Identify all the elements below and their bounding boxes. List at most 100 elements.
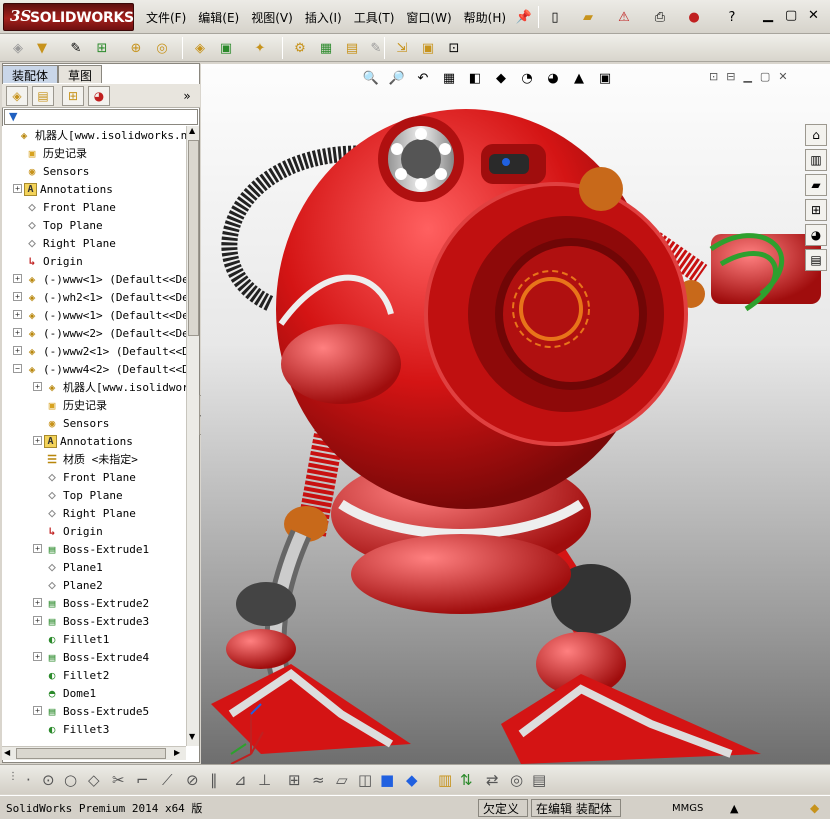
mate-icon[interactable]: ⊞ bbox=[92, 38, 112, 58]
trim-icon[interactable]: ✂ bbox=[112, 771, 125, 789]
camera-icon[interactable]: ◎ bbox=[510, 771, 523, 789]
expand-icon[interactable]: + bbox=[13, 328, 22, 337]
tree-vertical-scrollbar[interactable]: ▲ ▼ bbox=[186, 126, 199, 746]
expand-icon[interactable]: + bbox=[33, 616, 42, 625]
scroll-thumb[interactable] bbox=[188, 140, 199, 336]
relation-icon[interactable]: ⊥ bbox=[258, 771, 271, 789]
tree-node[interactable]: + A Annotations bbox=[33, 432, 133, 450]
custom-properties-icon[interactable]: ▤ bbox=[805, 249, 827, 271]
spline-icon[interactable]: ≈ bbox=[312, 771, 325, 789]
view-palette-icon[interactable]: ⊞ bbox=[805, 199, 827, 221]
tree-node[interactable]: ↳ Origin bbox=[24, 252, 83, 270]
move-icon[interactable]: ⇅ bbox=[460, 771, 473, 789]
solidworks-logo[interactable]: 3S SOLIDWORKS bbox=[3, 3, 134, 31]
viewport-close-icon[interactable]: ✕ bbox=[778, 70, 787, 83]
expand-icon[interactable]: + bbox=[33, 652, 42, 661]
tree-node[interactable]: ▣ 历史记录 bbox=[44, 396, 107, 414]
menu-view[interactable]: 视图(V) bbox=[251, 9, 293, 26]
show-hidden-icon[interactable]: ✦ bbox=[250, 38, 270, 58]
display-style-icon[interactable]: ◆ bbox=[491, 68, 511, 88]
display-mode-icon[interactable]: ◆ bbox=[406, 771, 418, 789]
menu-help[interactable]: 帮助(H) bbox=[464, 9, 506, 26]
expand-icon[interactable]: + bbox=[33, 382, 42, 391]
tree-node[interactable]: + ◈ (-)www<2> (Default<<Default> bbox=[13, 324, 186, 342]
tree-node[interactable]: ◈ 机器人[www.isolidworks.net] bbox=[16, 126, 186, 144]
minimize-icon[interactable]: ▁ bbox=[763, 8, 773, 23]
3d-box-icon[interactable]: ◫ bbox=[358, 771, 372, 789]
tree-node[interactable]: ◇ Front Plane bbox=[44, 468, 136, 486]
menu-window[interactable]: 窗口(W) bbox=[406, 9, 451, 26]
exploded-view-icon[interactable]: ⇲ bbox=[392, 38, 412, 58]
tree-horizontal-scrollbar[interactable]: ◀ ▶ bbox=[2, 746, 186, 760]
tree-node[interactable]: ▣ 历史记录 bbox=[24, 144, 87, 162]
design-library-icon[interactable]: ▥ bbox=[805, 149, 827, 171]
line-icon[interactable]: ⌐ bbox=[136, 771, 149, 789]
appearances-icon[interactable]: ◕ bbox=[805, 224, 827, 246]
tree-node[interactable]: ◉ Sensors bbox=[24, 162, 90, 180]
expand-icon[interactable]: + bbox=[13, 184, 22, 193]
tab-sketch[interactable]: 草图 bbox=[58, 65, 103, 83]
configuration-manager-icon[interactable]: ⊞ bbox=[62, 86, 84, 106]
h-scroll-thumb[interactable] bbox=[16, 748, 166, 759]
tree-node[interactable]: ↳ Origin bbox=[44, 522, 103, 540]
new-motion-study-icon[interactable]: ▤ bbox=[342, 38, 362, 58]
smart-fastener-icon[interactable]: ◈ bbox=[190, 38, 210, 58]
tree-node[interactable]: + ◈ 机器人[www.isolidworks.net] bbox=[33, 378, 186, 396]
tree-node[interactable]: ◇ Right Plane bbox=[24, 234, 116, 252]
viewport-minimize-icon[interactable]: ▁ bbox=[743, 70, 751, 83]
component-display-icon[interactable]: ▥ bbox=[438, 771, 452, 789]
tag-icon[interactable]: ◆ bbox=[806, 799, 823, 817]
status-dropdown-icon[interactable]: ▲ bbox=[726, 799, 742, 817]
bom-icon[interactable]: ✎ bbox=[366, 38, 386, 58]
tree-node[interactable]: + ▤ Boss-Extrude2 bbox=[33, 594, 149, 612]
menu-file[interactable]: 文件(F) bbox=[146, 9, 186, 26]
smart-dimension-icon[interactable]: ⊿ bbox=[234, 771, 247, 789]
expand-icon[interactable]: + bbox=[13, 346, 22, 355]
section-view-icon[interactable]: ▦ bbox=[439, 68, 459, 88]
tab-assembly[interactable]: 装配体 bbox=[2, 65, 59, 83]
print-icon[interactable]: ⎙ bbox=[650, 7, 670, 27]
warning-icon[interactable]: ⚠ bbox=[614, 7, 634, 27]
graphics-area[interactable]: 🔍 🔎 ↶ ▦ ◧ ◆ ◔ ◕ ▲ ▣ ⊡ ⊟ ▁ ▢ ✕ ⌂ ▥ ▰ ⊞ ◕ … bbox=[201, 64, 830, 764]
tree-node[interactable]: ◐ Fillet1 bbox=[44, 630, 110, 648]
centerpoint-icon[interactable]: ○ bbox=[64, 771, 77, 789]
instant3d-icon[interactable]: ▣ bbox=[418, 38, 438, 58]
tree-node[interactable]: −◈ (-)www4<2> (Default<<Default> bbox=[13, 360, 186, 378]
tree-node[interactable]: ◐ Fillet3 bbox=[44, 720, 110, 738]
tree-node[interactable]: ◉ Sensors bbox=[44, 414, 110, 432]
pin-icon[interactable]: 📌 bbox=[514, 7, 534, 27]
traffic-light-icon[interactable]: ● bbox=[684, 7, 704, 27]
viewport-split-icon[interactable]: ⊟ bbox=[726, 70, 735, 83]
construction-icon[interactable]: ∥ bbox=[210, 771, 218, 789]
file-explorer-icon[interactable]: ▰ bbox=[805, 174, 827, 196]
offset-icon[interactable]: ⟋ bbox=[162, 771, 173, 789]
tree-node[interactable]: + ▤ Boss-Extrude5 bbox=[33, 702, 149, 720]
tree-node[interactable]: + ▤ Boss-Extrude4 bbox=[33, 648, 149, 666]
tree-node[interactable]: + ▤ Boss-Extrude3 bbox=[33, 612, 149, 630]
menu-edit[interactable]: 编辑(E) bbox=[198, 9, 239, 26]
expand-tabs-icon[interactable]: » bbox=[176, 86, 198, 106]
circle-icon[interactable]: ⊙ bbox=[42, 771, 55, 789]
move-component-icon[interactable]: ▣ bbox=[216, 38, 236, 58]
new-document-icon[interactable]: ▯ bbox=[545, 7, 565, 27]
zoom-to-area-icon[interactable]: 🔎 bbox=[387, 68, 407, 88]
previous-view-icon[interactable]: ↶ bbox=[413, 68, 433, 88]
unit-system[interactable]: MMGS bbox=[668, 799, 707, 817]
tree-node[interactable]: ◇ Front Plane bbox=[24, 198, 116, 216]
expand-icon[interactable]: + bbox=[33, 598, 42, 607]
polygon-icon[interactable]: ◇ bbox=[88, 771, 100, 789]
select-icon[interactable]: ▼ bbox=[32, 38, 52, 58]
paperclip-icon[interactable]: ✎ bbox=[66, 38, 86, 58]
tree-node[interactable]: ◇ Top Plane bbox=[44, 486, 123, 504]
view-settings-icon[interactable]: ▣ bbox=[595, 68, 615, 88]
tree-node[interactable]: ◇ Right Plane bbox=[44, 504, 136, 522]
solidworks-resources-icon[interactable]: ⌂ bbox=[805, 124, 827, 146]
filter-icon[interactable]: ▼ bbox=[9, 110, 17, 123]
edit-appearance-icon[interactable]: ◕ bbox=[543, 68, 563, 88]
table-icon[interactable]: ▤ bbox=[532, 771, 546, 789]
expand-icon[interactable]: + bbox=[33, 706, 42, 715]
tree-node[interactable]: + ◈ (-)wh2<1> (Default<<Default> bbox=[13, 288, 186, 306]
property-manager-icon[interactable]: ▤ bbox=[32, 86, 54, 106]
sketch-grid-icon[interactable]: ⊞ bbox=[288, 771, 301, 789]
insert-component-icon[interactable]: ⊕ bbox=[126, 38, 146, 58]
